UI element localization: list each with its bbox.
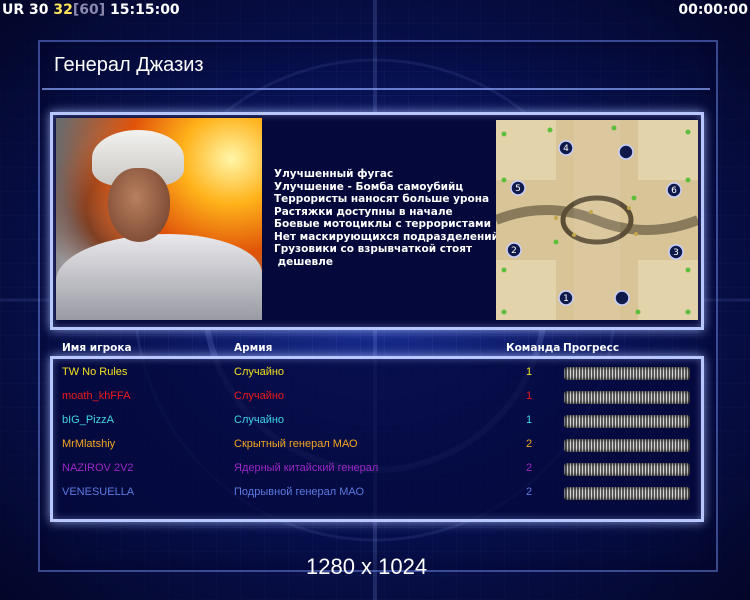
portrait-face (108, 168, 170, 242)
map-start-label-2: 2 (511, 246, 517, 256)
player-army: Подрывной генерал МАО (234, 486, 365, 498)
map-start-label-3: 3 (673, 248, 679, 258)
player-name: MrMlatshiy (62, 438, 116, 450)
map-empty-start (618, 144, 634, 160)
player-row: NAZIROV 2V2 Ядерный китайский генерал 2 (56, 458, 696, 480)
resolution-label: 1280 x 1024 (306, 554, 428, 579)
player-progress-bar (564, 439, 690, 452)
player-progress-bar (564, 415, 690, 428)
bonus-item: Улучшение - Бомба самоубийц (274, 180, 464, 193)
bonus-item: дешевле (274, 255, 333, 268)
map-start-label-5: 5 (515, 184, 521, 194)
player-name: moath_khFFA (62, 390, 131, 402)
bonus-item: Растяжки доступны в начале (274, 205, 453, 218)
player-team: 1 (525, 366, 533, 378)
portrait-robe (56, 234, 262, 320)
general-portrait (56, 118, 262, 320)
bonus-item: Грузовики со взрывчаткой стоят (274, 243, 473, 255)
map-empty-start (614, 290, 630, 306)
bonus-item: Боевые мотоциклы с террористами (274, 218, 491, 230)
player-progress-bar (564, 463, 690, 476)
column-header-army: Армия (234, 342, 273, 354)
column-header-progress: Прогресс (563, 342, 620, 354)
player-name: bIG_PizzA (62, 414, 114, 426)
player-name: VENESUELLA (62, 486, 135, 498)
bonus-item: Террористы наносят больше урона (274, 193, 490, 205)
player-army: Ядерный китайский генерал (234, 462, 379, 474)
player-name: NAZIROV 2V2 (62, 462, 134, 474)
player-progress-bar (564, 367, 690, 380)
player-team: 2 (525, 438, 533, 450)
hud-seg-1: UR (2, 2, 25, 18)
column-header-team: Команда (506, 342, 561, 354)
player-team: 2 (525, 462, 533, 474)
player-team: 2 (525, 486, 533, 498)
player-army: Скрытный генерал МАО (234, 438, 358, 450)
player-row: VENESUELLA Подрывной генерал МАО 2 (56, 482, 696, 504)
bonus-item: Нет маскирующихся подразделений (274, 230, 499, 243)
player-row: TW No Rules Случайно 1 (56, 362, 696, 384)
player-row: MrMlatshiy Скрытный генерал МАО 2 (56, 434, 696, 456)
map-start-label-1: 1 (563, 294, 569, 304)
hud-timer: 00:00:00 (678, 2, 748, 18)
bonus-item: Улучшенный фугас (274, 168, 394, 180)
title-divider (42, 88, 710, 90)
hud-clock: 15:15:00 (110, 2, 180, 18)
general-bonuses-list: Улучшенный фугас Улучшение - Бомба самоу… (274, 168, 499, 268)
player-progress-bar (564, 487, 690, 500)
player-name: TW No Rules (62, 366, 128, 378)
map-start-label-6: 6 (671, 186, 677, 196)
player-progress-bar (564, 391, 690, 404)
player-army: Случайно (234, 366, 285, 378)
map-preview: 1 2 3 4 5 6 (496, 120, 698, 320)
player-army: Случайно (234, 414, 285, 426)
map-start-label-4: 4 (563, 144, 569, 154)
player-team: 1 (525, 390, 533, 402)
player-army: Случайно (234, 390, 285, 402)
player-row: moath_khFFA Случайно 1 (56, 386, 696, 408)
hud-stats: UR 30 32[60] 15:15:00 (2, 0, 180, 20)
column-header-player: Имя игрока (62, 342, 132, 354)
player-row: bIG_PizzA Случайно 1 (56, 410, 696, 432)
hud-seg-3: 32 (53, 2, 73, 18)
player-team: 1 (525, 414, 533, 426)
hud-seg-4: [60] (72, 2, 106, 18)
general-title: Генерал Джазиз (54, 54, 204, 76)
hud-seg-2: 30 (29, 2, 49, 18)
